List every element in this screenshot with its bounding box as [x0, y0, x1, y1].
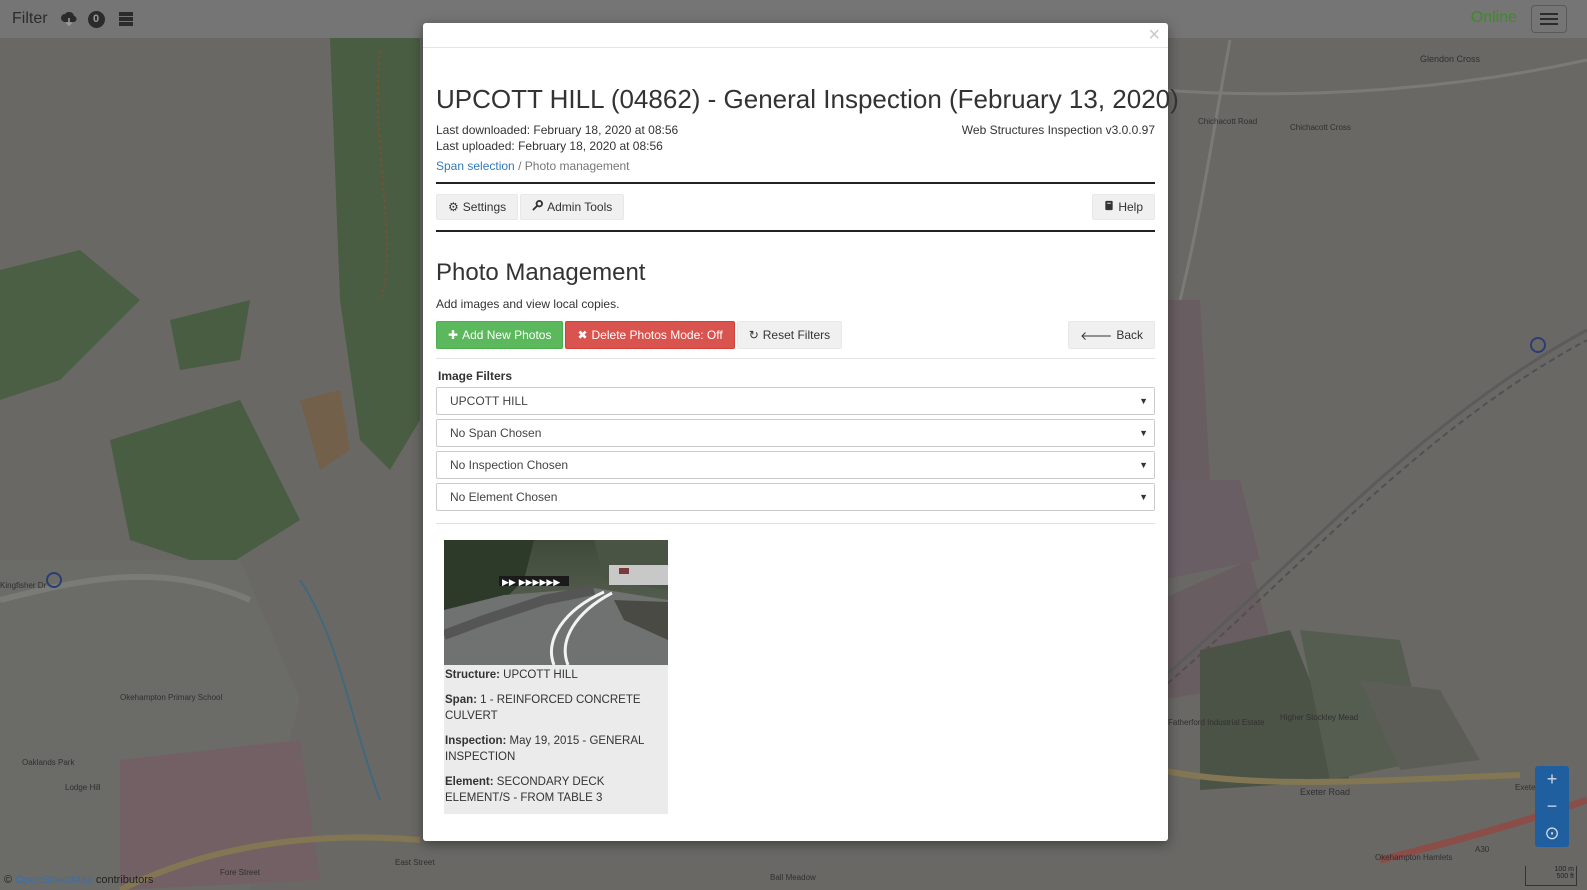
database-icon[interactable]	[117, 10, 135, 28]
breadcrumb: Span selection / Photo management	[436, 159, 1155, 173]
photo-span: Span: 1 - REINFORCED CONCRETE CULVERT	[445, 692, 667, 724]
arrow-left-icon: 🡐	[1080, 328, 1113, 343]
scale-imperial: 500 ft	[1556, 873, 1574, 880]
settings-button[interactable]: ⚙ Settings	[436, 194, 519, 220]
map-zoom-controls: + − ⊙	[1535, 766, 1569, 847]
breadcrumb-span-selection[interactable]: Span selection	[436, 159, 515, 173]
connection-status: Online	[1470, 9, 1517, 26]
pending-count-badge[interactable]: 0	[87, 10, 105, 28]
copyright-symbol: ©	[4, 874, 13, 886]
breadcrumb-separator: /	[518, 159, 522, 173]
map-scale: 100 m 500 ft	[1525, 866, 1577, 886]
photo-element-label: Element:	[445, 776, 494, 788]
back-label: Back	[1116, 328, 1143, 342]
zoom-out-icon[interactable]: −	[1535, 793, 1569, 820]
add-new-photos-label: Add New Photos	[462, 328, 552, 342]
filter-button[interactable]: Filter	[12, 10, 48, 28]
modal-header: ×	[423, 23, 1168, 48]
help-button-label: Help	[1118, 200, 1143, 214]
photo-inspection: Inspection: May 19, 2015 - GENERAL INSPE…	[445, 733, 667, 765]
modal-toolbar: ⚙ Settings Admin Tools Help	[436, 194, 1155, 220]
book-icon	[1104, 200, 1114, 214]
span-filter-select[interactable]: No Span Chosen ▼	[436, 419, 1155, 447]
zoom-in-icon[interactable]: +	[1535, 766, 1569, 793]
settings-button-label: Settings	[462, 200, 507, 214]
divider	[436, 182, 1155, 184]
span-filter-value: No Span Chosen	[450, 426, 542, 440]
last-downloaded-text: Last downloaded: February 18, 2020 at 08…	[436, 123, 679, 137]
inspection-filter-value: No Inspection Chosen	[450, 458, 569, 472]
divider	[436, 230, 1155, 232]
caret-down-icon: ▼	[1139, 428, 1148, 438]
plus-icon: ✚	[448, 328, 459, 342]
caret-down-icon: ▼	[1139, 460, 1148, 470]
reset-filters-label: Reset Filters	[762, 328, 831, 342]
delete-photos-mode-label: Delete Photos Mode: Off	[591, 328, 723, 342]
reset-filters-button[interactable]: ↻ Reset Filters	[736, 321, 843, 349]
add-new-photos-button[interactable]: ✚ Add New Photos	[436, 321, 564, 349]
delete-photos-mode-button[interactable]: ✖ Delete Photos Mode: Off	[565, 321, 735, 349]
gear-icon: ⚙	[448, 200, 459, 214]
photo-inspection-label: Inspection:	[445, 735, 507, 747]
divider	[436, 523, 1155, 524]
photo-card[interactable]: ▶▶ ▶▶▶▶▶▶ Structure: UPCOTT HILL Span: 1…	[444, 540, 668, 814]
close-icon[interactable]: ×	[1148, 25, 1160, 45]
map-attribution: © OpenStreetMap contributors	[4, 874, 153, 886]
wrench-icon	[532, 200, 544, 214]
page-title: UPCOTT HILL (04862) - General Inspection…	[436, 84, 1179, 114]
breadcrumb-current: Photo management	[524, 159, 630, 173]
structure-filter-select[interactable]: UPCOTT HILL ▼	[436, 387, 1155, 415]
refresh-icon: ↻	[748, 328, 759, 342]
divider	[436, 358, 1155, 359]
photo-actions: ✚ Add New Photos ✖ Delete Photos Mode: O…	[436, 321, 1155, 349]
hamburger-menu-icon[interactable]	[1531, 5, 1567, 33]
structure-filter-value: UPCOTT HILL	[450, 394, 528, 408]
photo-element: Element: SECONDARY DECK ELEMENT/S - FROM…	[445, 774, 667, 806]
photo-structure-label: Structure:	[445, 669, 500, 681]
locate-icon[interactable]: ⊙	[1535, 820, 1569, 847]
caret-down-icon: ▼	[1139, 396, 1148, 406]
element-filter-value: No Element Chosen	[450, 490, 558, 504]
inspection-modal: × UPCOTT HILL (04862) - General Inspecti…	[423, 23, 1179, 841]
attribution-suffix: contributors	[95, 874, 154, 886]
inspection-filter-select[interactable]: No Inspection Chosen ▼	[436, 451, 1155, 479]
section-subtitle: Add images and view local copies.	[436, 297, 620, 311]
admin-tools-button[interactable]: Admin Tools	[520, 194, 625, 220]
image-filters-label: Image Filters	[438, 369, 513, 383]
photo-span-label: Span:	[445, 694, 477, 706]
x-icon: ✖	[577, 328, 588, 342]
photo-structure-value: UPCOTT HILL	[503, 669, 578, 681]
section-title: Photo Management	[436, 259, 646, 286]
cloud-download-icon[interactable]	[60, 10, 78, 28]
admin-tools-button-label: Admin Tools	[547, 200, 613, 214]
caret-down-icon: ▼	[1139, 492, 1148, 502]
help-button[interactable]: Help	[1092, 194, 1155, 220]
back-button[interactable]: 🡐 Back	[1068, 321, 1155, 349]
photo-thumbnail[interactable]: ▶▶ ▶▶▶▶▶▶	[444, 540, 668, 665]
photo-structure: Structure: UPCOTT HILL	[445, 667, 667, 683]
last-uploaded-text: Last uploaded: February 18, 2020 at 08:5…	[436, 139, 663, 153]
scale-metric: 100 m	[1554, 866, 1574, 873]
element-filter-select[interactable]: No Element Chosen ▼	[436, 483, 1155, 511]
version-text: Web Structures Inspection v3.0.0.97	[961, 123, 1155, 137]
openstreetmap-link[interactable]: OpenStreetMap	[15, 874, 93, 886]
svg-text:▶▶ ▶▶▶▶▶▶: ▶▶ ▶▶▶▶▶▶	[502, 578, 560, 588]
